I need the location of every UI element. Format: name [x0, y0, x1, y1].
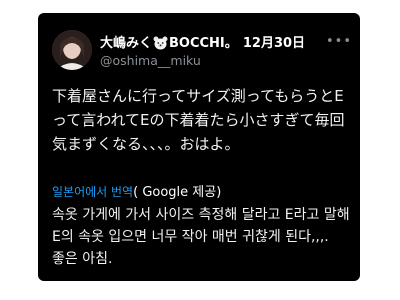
more-horizontal-icon[interactable]: ••• — [326, 34, 352, 49]
bear-face-icon — [153, 35, 168, 52]
tweet-date[interactable]: 12月30日 — [243, 36, 305, 51]
author-display-name[interactable]: 大嶋みく — [100, 36, 152, 51]
translation-row: 일본어에서 번역( Google 제공) — [52, 181, 221, 200]
translated-text: 속옷 가게에 가서 사이즈 측정해 달라고 E라고 말해 E의 속옷 입으면 너… — [52, 207, 350, 267]
tweet-card: 大嶋みく BOCCHI。 12月30日 ••• @oshima__miku 下着… — [38, 13, 360, 281]
translate-link[interactable]: 일본어에서 번역 — [52, 185, 133, 199]
tweet-text: 下着屋さんに行ってサイズ測ってもらうとEって言われてEの下着着たら小さすぎて毎回… — [52, 87, 345, 153]
author-name-suffix[interactable]: BOCCHI。 — [169, 36, 238, 51]
translation-credit: ( Google 제공) — [133, 185, 222, 200]
avatar[interactable] — [52, 30, 92, 70]
author-name-row: 大嶋みく BOCCHI。 12月30日 — [100, 32, 352, 52]
author-handle[interactable]: @oshima__miku — [100, 53, 201, 68]
